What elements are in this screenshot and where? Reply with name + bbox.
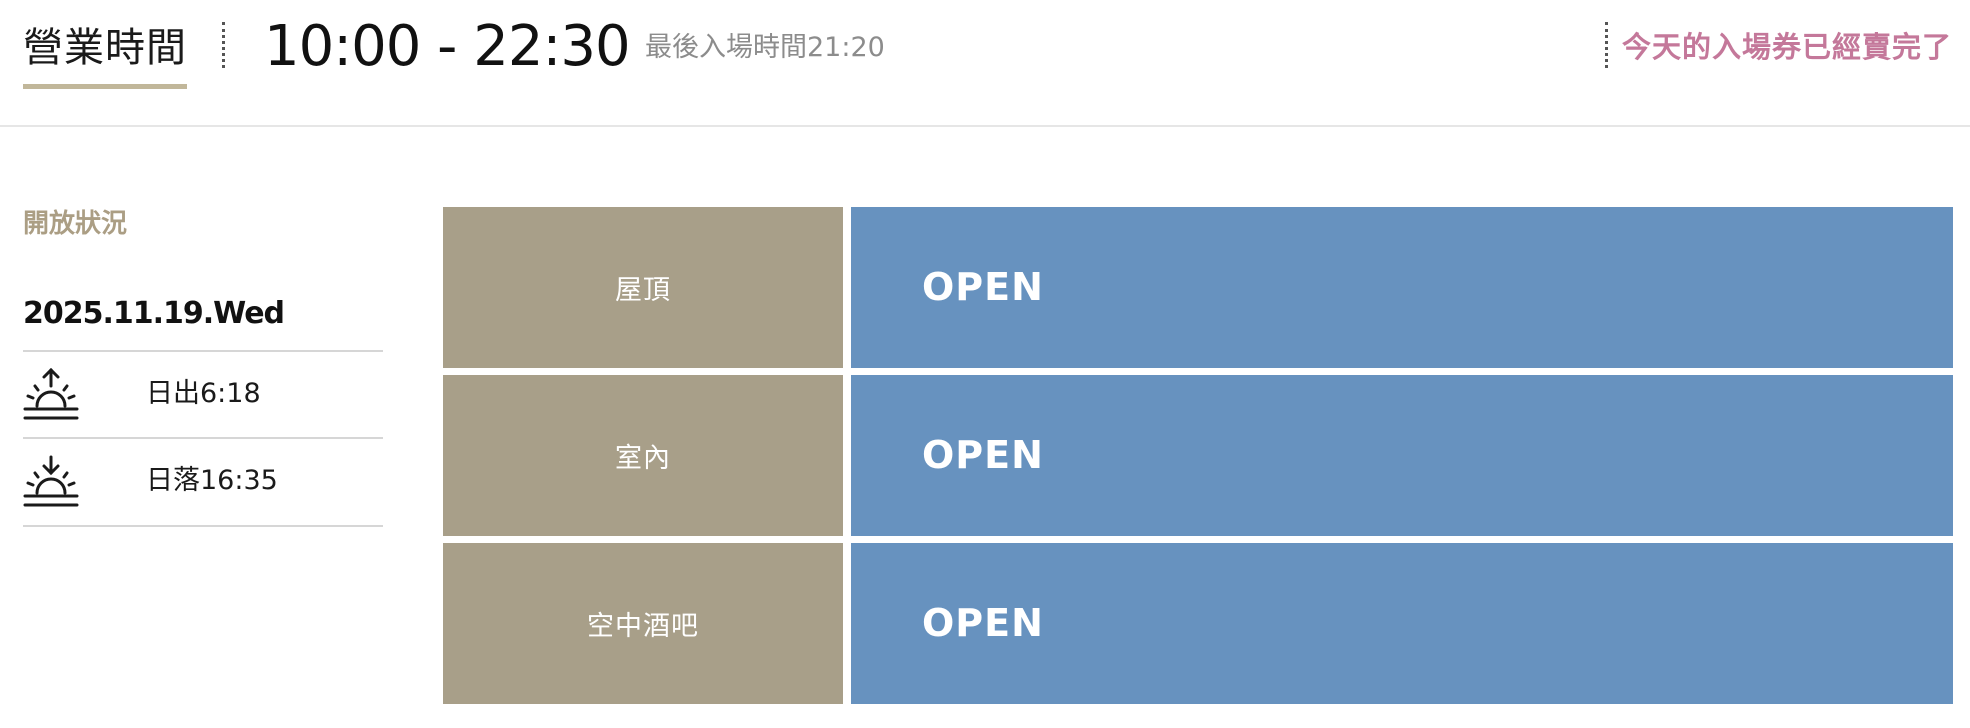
area-name: 室內 — [443, 375, 843, 536]
last-entry-time: 最後入場時間21:20 — [645, 32, 885, 63]
area-state-cell: OPEN — [851, 207, 1953, 368]
sunrise-time: 日出6:18 — [146, 378, 261, 409]
sunrise-icon — [23, 367, 79, 420]
sunset-row: 日落16:35 — [23, 437, 383, 527]
status-date: 2025.11.19.Wed — [23, 296, 285, 331]
area-status-row: 空中酒吧 OPEN — [443, 543, 1953, 704]
area-name: 空中酒吧 — [443, 543, 843, 704]
area-state: OPEN — [922, 433, 1044, 477]
area-state-cell: OPEN — [851, 375, 1953, 536]
area-name: 屋頂 — [443, 207, 843, 368]
business-hours-label: 營業時間 — [23, 16, 187, 89]
sunset-time: 日落16:35 — [146, 465, 278, 496]
area-state-cell: OPEN — [851, 543, 1953, 704]
area-state: OPEN — [922, 265, 1044, 309]
business-hours-header: 營業時間 10:00 - 22:30 最後入場時間21:20 今天的入場券已經賣… — [0, 0, 1970, 127]
sunset-icon — [23, 455, 79, 507]
sold-out-notice: 今天的入場券已經賣完了 — [1621, 30, 1952, 64]
area-status-row: 室內 OPEN — [443, 375, 1953, 536]
business-hours-value: 10:00 - 22:30 — [264, 14, 631, 79]
dotted-divider — [1605, 22, 1608, 68]
status-heading: 開放狀況 — [23, 209, 128, 239]
area-state: OPEN — [922, 601, 1044, 645]
dotted-divider — [222, 22, 225, 68]
area-status-row: 屋頂 OPEN — [443, 207, 1953, 368]
sunrise-row: 日出6:18 — [23, 350, 383, 438]
